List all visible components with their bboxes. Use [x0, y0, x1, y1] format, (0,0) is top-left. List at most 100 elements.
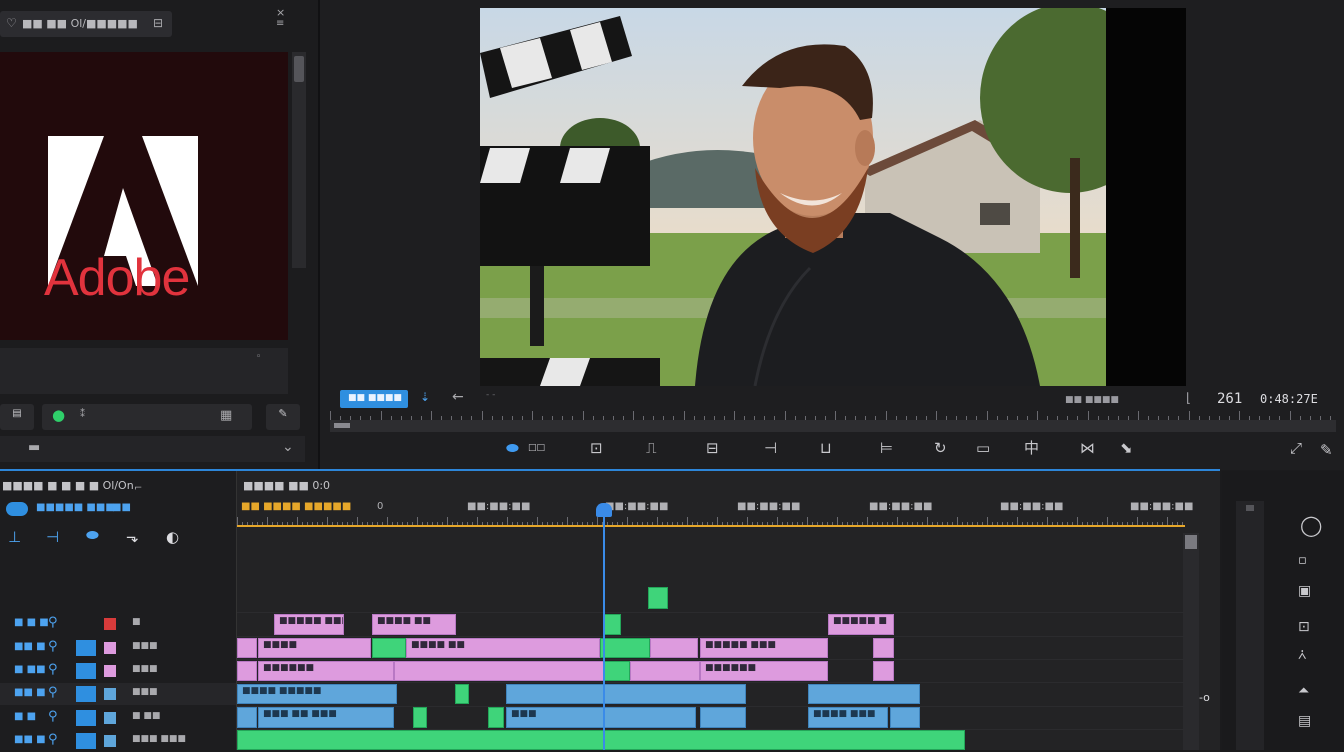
menu-icon[interactable]: ≡	[276, 18, 284, 29]
adobe-logo-thumbnail[interactable]: Adobe	[0, 52, 288, 340]
go-to-out-icon[interactable]: ▭	[976, 438, 990, 458]
audio-clip[interactable]: ■■■■	[258, 638, 371, 658]
audio-clip[interactable]: ■■■■■ ■	[828, 614, 894, 635]
video-clip[interactable]	[506, 684, 746, 704]
bin-dropdown[interactable]: ▬ ⌄	[0, 436, 305, 462]
track-lock-icon[interactable]: ⚲	[48, 662, 58, 677]
audio-clip[interactable]: ■■■■ ■■	[406, 638, 600, 658]
razor-icon[interactable]: ⩑	[1298, 645, 1307, 665]
audio-clip[interactable]	[237, 661, 257, 681]
audio-clip[interactable]	[237, 730, 965, 750]
overwrite-icon[interactable]: ⋈	[1080, 438, 1095, 458]
scrub-ruler[interactable]	[330, 410, 1336, 434]
audio-clip[interactable]: ■■■■ ■■	[372, 614, 456, 635]
track-header[interactable]: ■ ■ ■ ⚲ ■	[0, 613, 236, 635]
time-ruler[interactable]: ■■ ■■■■ ■■■■■ 0 ■■:■■:■■ ■■:■■:■■ ■■:■■:■■ ■■…	[237, 499, 1193, 525]
video-clip[interactable]	[808, 684, 920, 704]
record-icon[interactable]: ◯	[1300, 515, 1322, 535]
audio-clip[interactable]	[650, 638, 698, 658]
mark-icon[interactable]: ⇣	[420, 390, 430, 404]
audio-clip[interactable]	[873, 661, 894, 681]
audio-clip[interactable]	[394, 661, 604, 681]
video-clip[interactable]: ■■■ ■■ ■■■	[258, 707, 394, 728]
track-header[interactable]: ■■ ■ ⚲ ■■■	[0, 683, 236, 705]
export-frame-icon[interactable]: ⬊	[1120, 438, 1133, 458]
track-target-toggle[interactable]	[76, 710, 96, 726]
slip-tool-icon[interactable]: ⏶	[1298, 681, 1309, 701]
video-clip[interactable]	[237, 707, 257, 728]
pen-tool-icon[interactable]: ▤	[1298, 711, 1311, 731]
video-clip[interactable]: ■■■■ ■■■■■	[237, 684, 397, 704]
add-marker-icon[interactable]: ⬬	[86, 525, 99, 545]
snap-icon[interactable]: ⊥	[8, 527, 21, 547]
settings-button[interactable]: ✎	[266, 404, 300, 430]
timecode-button[interactable]: ■■ ■■■■	[340, 390, 408, 408]
audio-clip[interactable]	[455, 684, 469, 704]
track-mute-toggle[interactable]	[104, 642, 116, 654]
track-target-toggle[interactable]	[76, 686, 96, 702]
work-area-bar[interactable]	[237, 525, 1185, 527]
vertical-scrollbar[interactable]	[1183, 533, 1199, 750]
zoom-icon[interactable]: ◦	[256, 352, 261, 362]
audio-clip[interactable]	[237, 638, 257, 658]
scroll-handle-icon[interactable]: -o	[1199, 691, 1210, 704]
audio-clip[interactable]: ■■■■■ ■■■	[274, 614, 344, 635]
audio-clip[interactable]	[873, 638, 894, 658]
audio-clip[interactable]: ■■■■■ ■■■	[700, 638, 828, 658]
scrollbar[interactable]	[292, 52, 306, 268]
safe-margins-icon[interactable]: ⊡	[590, 438, 603, 458]
step-forward-icon[interactable]: ↻	[934, 438, 947, 458]
settings-icon[interactable]: ⤢	[1290, 438, 1302, 458]
play-icon[interactable]: ⊨	[880, 438, 893, 458]
project-title-bar[interactable]: ♡ ■■ ■■ Ol/■■■■■ ⊟	[0, 11, 172, 37]
new-item-button[interactable]: ● ⁑ ▦	[42, 404, 252, 430]
track-lock-icon[interactable]: ⚲	[48, 709, 58, 724]
track-header[interactable]: ■■ ■ ⚲ ■■■	[0, 637, 236, 659]
track-lock-icon[interactable]: ⚲	[48, 732, 58, 747]
mark-out-icon[interactable]: ⊟	[706, 438, 719, 458]
track-mute-toggle[interactable]	[104, 618, 116, 630]
video-clip[interactable]: ■■■	[506, 707, 696, 728]
audio-clip[interactable]	[372, 638, 406, 658]
track-mute-toggle[interactable]	[104, 735, 116, 747]
playhead-handle[interactable]	[596, 503, 612, 517]
audio-clip[interactable]: ■■■■■■	[258, 661, 394, 681]
audio-clip[interactable]	[488, 707, 504, 728]
track-target-toggle[interactable]	[76, 663, 96, 679]
captions-icon[interactable]: ⬬	[506, 438, 519, 458]
tools-scroll[interactable]	[1236, 501, 1264, 750]
mark-in-icon[interactable]: ⎍	[646, 438, 657, 458]
track-target-toggle[interactable]	[76, 616, 96, 632]
audio-clip[interactable]	[603, 614, 621, 635]
track-header[interactable]: ■ ■■ ⚲ ■■■	[0, 660, 236, 682]
playhead-line[interactable]	[603, 505, 605, 750]
track-target-toggle[interactable]	[76, 733, 96, 749]
audio-clip[interactable]	[630, 661, 700, 681]
add-marker-icon[interactable]: ⊣	[764, 438, 777, 458]
list-view-button[interactable]: ▤	[0, 404, 34, 430]
video-clip[interactable]	[700, 707, 746, 728]
selection-tool-icon[interactable]: ▫	[1298, 551, 1307, 571]
track-target-toggle[interactable]	[76, 640, 96, 656]
track-mute-toggle[interactable]	[104, 665, 116, 677]
track-mute-toggle[interactable]	[104, 712, 116, 724]
audio-clip[interactable]: ■■■■■■	[700, 661, 828, 681]
track-lock-icon[interactable]: ⚲	[48, 615, 58, 630]
audio-clip[interactable]	[413, 707, 427, 728]
panel-menu-icon[interactable]: ⊟	[153, 16, 163, 30]
track-select-icon[interactable]: ▣	[1298, 581, 1311, 601]
insert-icon[interactable]: 中	[1024, 438, 1039, 458]
audio-clip[interactable]	[604, 661, 630, 681]
wrench-icon[interactable]: ✎	[1320, 440, 1333, 460]
track-lock-icon[interactable]: ⚲	[48, 639, 58, 654]
captions-track-icon[interactable]: ◐	[166, 527, 179, 547]
video-clip[interactable]	[890, 707, 920, 728]
track-lock-icon[interactable]: ⚲	[48, 685, 58, 700]
audio-clip[interactable]	[600, 638, 650, 658]
settings-wrench-icon[interactable]: ⬎	[126, 527, 139, 547]
audio-clip[interactable]	[648, 587, 668, 609]
track-mute-toggle[interactable]	[104, 688, 116, 700]
track-targeting-toggle[interactable]	[6, 502, 28, 516]
track-header[interactable]: ■■ ■ ⚲ ■■■ ■■■	[0, 730, 236, 752]
linked-selection-icon[interactable]: ⊣	[46, 527, 59, 547]
